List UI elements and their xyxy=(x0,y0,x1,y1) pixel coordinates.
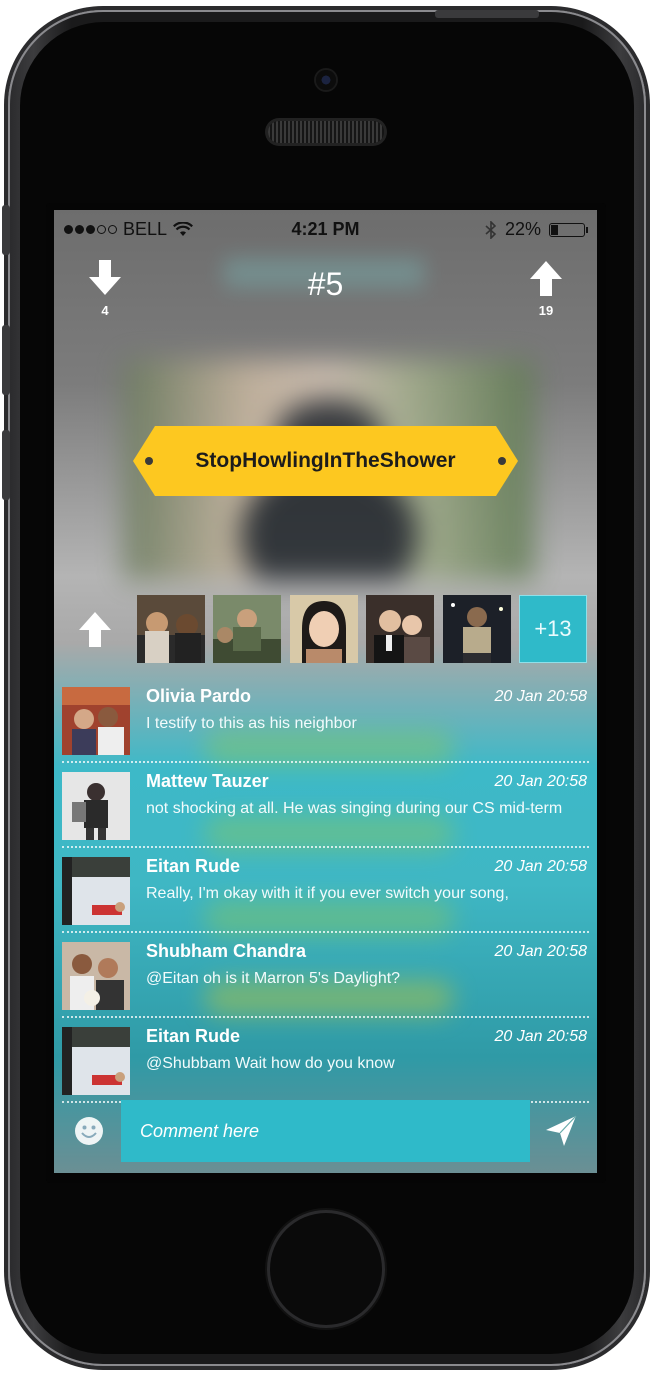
comment-item[interactable]: Shubham Chandra 20 Jan 20:58 @Eitan oh i… xyxy=(54,933,597,1018)
arrow-up-icon xyxy=(530,261,562,296)
comment-time: 20 Jan 20:58 xyxy=(494,858,587,875)
avatar-photo xyxy=(62,772,130,840)
arrow-up-icon xyxy=(79,612,111,647)
send-icon[interactable] xyxy=(544,1114,578,1148)
hashtag-label: StopHowlingInTheShower xyxy=(195,449,456,472)
commenter-name: Eitan Rude xyxy=(146,856,241,876)
comment-time: 20 Jan 20:58 xyxy=(494,688,587,705)
comment-text: Really, I'm okay with it if you ever swi… xyxy=(146,885,509,902)
comment-text: @Eitan oh is it Marron 5's Daylight? xyxy=(146,970,401,987)
comment-list: Olivia Pardo 20 Jan 20:58 I testify to t… xyxy=(54,678,597,1138)
comment-item[interactable]: Olivia Pardo 20 Jan 20:58 I testify to t… xyxy=(54,678,597,763)
upvote-button[interactable]: 19 xyxy=(526,260,566,318)
comment-item[interactable]: Mattew Tauzer 20 Jan 20:58 not shocking … xyxy=(54,763,597,848)
commenter-name: Mattew Tauzer xyxy=(146,771,269,791)
avatar-photo xyxy=(213,595,281,663)
battery-percent: 22% xyxy=(504,219,541,239)
commenter-avatar xyxy=(62,772,130,840)
hashtag-badge[interactable]: StopHowlingInTheShower xyxy=(133,426,518,496)
home-button[interactable] xyxy=(270,1213,382,1325)
avatar-photo xyxy=(290,595,358,663)
avatar-photo xyxy=(62,942,130,1010)
comment-time: 20 Jan 20:58 xyxy=(494,1028,587,1045)
comment-composer xyxy=(54,1100,597,1173)
avatar-photo xyxy=(137,595,205,663)
commenter-avatar xyxy=(62,942,130,1010)
participant-avatar[interactable] xyxy=(290,595,358,663)
comment-text: not shocking at all. He was singing duri… xyxy=(146,800,563,817)
scroll-up-button[interactable] xyxy=(78,611,112,652)
silent-switch xyxy=(2,205,10,255)
commenter-name: Shubham Chandra xyxy=(146,941,307,961)
avatar-photo xyxy=(366,595,434,663)
commenter-avatar xyxy=(62,857,130,925)
participant-avatar[interactable] xyxy=(366,595,434,663)
participants-row: +13 xyxy=(54,595,597,663)
comment-time: 20 Jan 20:58 xyxy=(494,943,587,960)
status-bar: BELL 4:21 PM 22% xyxy=(54,210,597,248)
battery-level xyxy=(551,224,558,235)
downvote-count: 4 xyxy=(101,303,109,318)
comment-text: @Shubbam Wait how do you know xyxy=(146,1055,395,1072)
commenter-name: Olivia Pardo xyxy=(146,686,252,706)
comment-input[interactable] xyxy=(121,1100,530,1162)
earpiece-speaker xyxy=(268,121,384,143)
commenter-avatar xyxy=(62,687,130,755)
upvote-count: 19 xyxy=(538,303,554,318)
battery-icon xyxy=(549,222,588,237)
participant-avatar[interactable] xyxy=(443,595,511,663)
comment-text: I testify to this as his neighbor xyxy=(146,715,357,732)
avatar-photo xyxy=(62,1027,130,1095)
comment-item[interactable]: Eitan Rude 20 Jan 20:58 Really, I'm okay… xyxy=(54,848,597,933)
commenter-avatar xyxy=(62,1027,130,1095)
app-screen: BELL 4:21 PM 22% 4 #5 19 StopHowlingInTh… xyxy=(54,210,597,1173)
commenter-name: Eitan Rude xyxy=(146,1026,241,1046)
avatar-photo xyxy=(62,857,130,925)
avatar-photo xyxy=(62,687,130,755)
comment-item[interactable]: Eitan Rude 20 Jan 20:58 @Shubbam Wait ho… xyxy=(54,1018,597,1103)
front-camera xyxy=(316,70,336,90)
rank-title: #5 xyxy=(307,266,344,302)
comment-time: 20 Jan 20:58 xyxy=(494,773,587,790)
smiley-icon[interactable] xyxy=(74,1116,104,1146)
avatar-photo xyxy=(443,595,511,663)
volume-up-button xyxy=(2,325,10,395)
status-right: 22% xyxy=(485,219,588,240)
volume-down-button xyxy=(2,430,10,500)
participant-avatar[interactable] xyxy=(213,595,281,663)
power-button xyxy=(435,10,539,18)
participant-avatar[interactable] xyxy=(137,595,205,663)
more-participants-button[interactable]: +13 xyxy=(519,595,587,663)
bluetooth-icon xyxy=(485,220,497,239)
